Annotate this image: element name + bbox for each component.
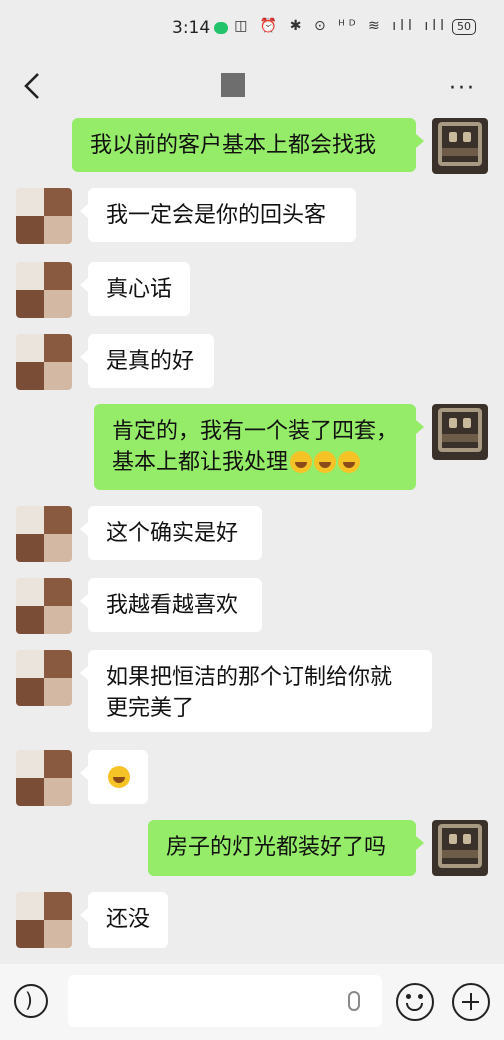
chat-title-avatar xyxy=(221,73,245,97)
message-bubble-received[interactable]: 是真的好 xyxy=(80,334,214,388)
message-bubble-sent[interactable]: 房子的灯光都装好了吗 xyxy=(148,820,424,876)
chevron-left-icon[interactable] xyxy=(20,70,48,102)
laugh-cry-emoji-icon xyxy=(290,451,313,473)
status-icons: ◫ ⏰ ✱ ⊙ ᴴᴰ ≋ ıll ıll 50 xyxy=(234,18,476,35)
my-avatar[interactable] xyxy=(432,404,488,460)
message-bubble-received[interactable]: 还没 xyxy=(80,892,168,948)
my-avatar[interactable] xyxy=(432,118,488,174)
message-bubble-received[interactable]: 我越看越喜欢 xyxy=(80,578,262,632)
chat-notification-icon xyxy=(214,22,228,34)
contact-avatar[interactable] xyxy=(16,650,72,706)
battery-icon: 50 xyxy=(452,19,476,35)
contact-avatar[interactable] xyxy=(16,892,72,948)
message-bubble-received[interactable]: 这个确实是好 xyxy=(80,506,262,560)
contact-avatar[interactable] xyxy=(16,578,72,634)
laugh-cry-emoji-icon xyxy=(338,451,361,473)
contact-avatar[interactable] xyxy=(16,506,72,562)
message-bubble-sent[interactable]: 我以前的客户基本上都会找我 xyxy=(72,118,424,172)
more-options-icon[interactable]: ··· xyxy=(449,76,476,101)
laugh-cry-emoji-icon xyxy=(108,766,130,788)
status-time: 3:14 xyxy=(172,18,211,38)
message-bubble-received[interactable]: 真心话 xyxy=(80,262,190,316)
message-bubble-received[interactable]: 我一定会是你的回头客 xyxy=(80,188,356,242)
contact-avatar[interactable] xyxy=(16,334,72,390)
my-avatar[interactable] xyxy=(432,820,488,876)
message-bubble-received[interactable]: 如果把恒洁的那个订制给你就 更完美了 xyxy=(80,650,432,732)
chat-title-bar: ··· xyxy=(0,56,504,116)
emoji-icon[interactable] xyxy=(396,983,434,1021)
voice-icon[interactable] xyxy=(14,984,48,1018)
plus-icon[interactable] xyxy=(452,983,490,1021)
message-bubble-sent[interactable]: 肯定的，我有一个装了四套， 基本上都让我处理 xyxy=(94,404,424,490)
laugh-cry-emoji-icon xyxy=(314,451,337,473)
status-bar: 3:14 ◫ ⏰ ✱ ⊙ ᴴᴰ ≋ ıll ıll 50 xyxy=(0,0,504,56)
contact-avatar[interactable] xyxy=(16,262,72,318)
chat-input-bar xyxy=(0,964,504,1040)
status-indicator-icons: ◫ ⏰ ✱ ⊙ ᴴᴰ ≋ ıll ıll xyxy=(234,18,448,34)
microphone-icon[interactable] xyxy=(348,991,360,1011)
message-input[interactable] xyxy=(68,975,382,1027)
contact-avatar[interactable] xyxy=(16,188,72,244)
message-bubble-received[interactable] xyxy=(80,750,148,804)
contact-avatar[interactable] xyxy=(16,750,72,806)
